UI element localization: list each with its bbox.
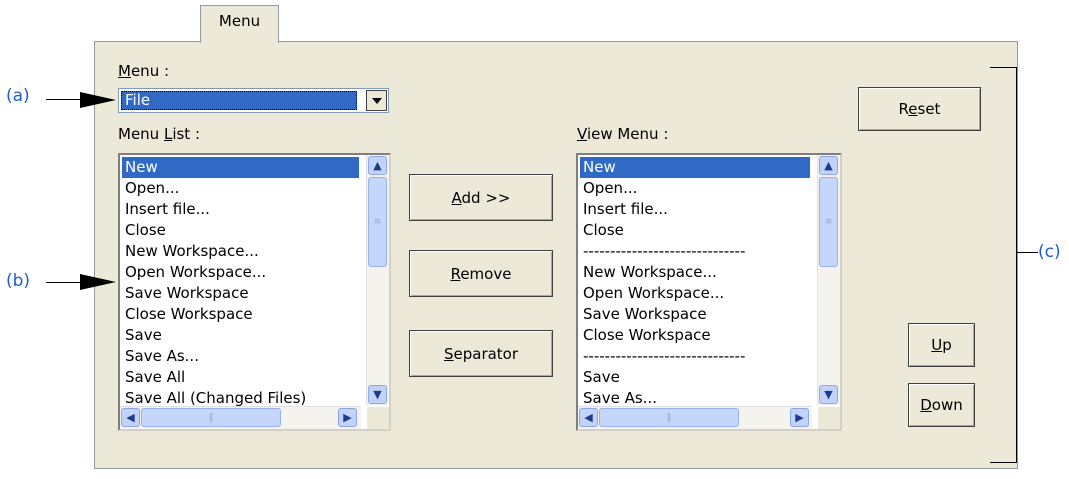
up-button[interactable]: Up (908, 323, 975, 367)
scroll-left-icon[interactable]: ◀ (121, 408, 140, 427)
vscroll-thumb[interactable]: ≡ (368, 177, 387, 267)
list-item[interactable]: Open... (580, 178, 810, 199)
annotation-c: (c) (1038, 242, 1061, 262)
bracket-tick (1016, 252, 1038, 253)
scroll-right-icon[interactable]: ▶ (338, 408, 357, 427)
list-item[interactable]: New Workspace... (580, 262, 810, 283)
add-button[interactable]: Add >> (409, 174, 553, 221)
view-menu-label: View Menu : (577, 125, 669, 143)
scroll-down-icon[interactable]: ▼ (819, 385, 838, 404)
list-item[interactable]: Insert file... (122, 199, 359, 220)
list-item[interactable]: Close (580, 220, 810, 241)
menu-label: Menu : (118, 62, 170, 80)
vscroll-thumb[interactable]: ≡ (819, 177, 838, 267)
list-item[interactable]: Save (580, 367, 810, 388)
list-item[interactable]: New Workspace... (122, 241, 359, 262)
dropdown-arrow-button[interactable] (366, 90, 387, 111)
view-menu-hscrollbar[interactable]: ◀ ‖ ▶ (578, 406, 812, 429)
down-button[interactable]: Down (908, 383, 975, 427)
list-item[interactable]: Close (122, 220, 359, 241)
view-menu-list-box[interactable]: New Open... Insert file... Close -----------… (576, 153, 842, 431)
view-menu-items: New Open... Insert file... Close -----------… (580, 157, 810, 409)
scroll-right-icon[interactable]: ▶ (790, 408, 809, 427)
bracket-top (990, 67, 1017, 68)
scroll-up-icon[interactable]: ▲ (819, 156, 838, 175)
list-item[interactable]: Save (122, 325, 359, 346)
scroll-corner (367, 407, 389, 429)
menu-label-rest: enu : (130, 62, 170, 80)
menu-list-label: Menu List : (118, 125, 200, 143)
menu-dropdown[interactable]: File (118, 88, 389, 113)
arrow-right-icon (80, 92, 116, 108)
tab-join (201, 40, 278, 44)
list-item[interactable]: Save As... (122, 346, 359, 367)
separator-button[interactable]: Separator (409, 330, 553, 377)
list-item[interactable]: Open... (122, 178, 359, 199)
view-menu-vscrollbar[interactable]: ▲ ≡ ▼ (817, 155, 840, 405)
scroll-down-icon[interactable]: ▼ (368, 385, 387, 404)
list-item[interactable]: Insert file... (580, 199, 810, 220)
list-item[interactable]: Close Workspace (122, 304, 359, 325)
list-item[interactable]: ------------------------------ (580, 346, 810, 367)
annotation-b: (b) (6, 271, 31, 291)
chevron-down-icon (371, 97, 382, 104)
menu-list-box[interactable]: New Open... Insert file... Close New Workspa… (118, 153, 391, 431)
reset-button[interactable]: Reset (858, 87, 981, 131)
list-item[interactable]: Close Workspace (580, 325, 810, 346)
menu-dropdown-value: File (121, 91, 357, 110)
tab-menu-label: Menu (218, 12, 261, 30)
list-item[interactable]: Save Workspace (122, 283, 359, 304)
list-item[interactable]: Open Workspace... (122, 262, 359, 283)
list-item[interactable]: Save All (122, 367, 359, 388)
hscroll-thumb[interactable]: ‖ (141, 408, 281, 427)
list-item[interactable]: New (122, 157, 359, 178)
bracket-vertical (1016, 67, 1017, 463)
menu-list-vscrollbar[interactable]: ▲ ≡ ▼ (366, 155, 389, 405)
menu-list-hscrollbar[interactable]: ◀ ‖ ▶ (120, 406, 361, 429)
tab-menu[interactable]: Menu (200, 5, 279, 43)
arrow-right-icon (80, 274, 116, 290)
menu-list-items: New Open... Insert file... Close New Workspa… (122, 157, 359, 409)
scroll-left-icon[interactable]: ◀ (579, 408, 598, 427)
scroll-up-icon[interactable]: ▲ (368, 156, 387, 175)
list-item[interactable]: Save Workspace (580, 304, 810, 325)
bracket-bottom (990, 462, 1017, 463)
hscroll-thumb[interactable]: ‖ (599, 408, 739, 427)
list-item[interactable]: ------------------------------ (580, 241, 810, 262)
remove-button[interactable]: Remove (409, 250, 553, 297)
list-item[interactable]: Open Workspace... (580, 283, 810, 304)
list-item[interactable]: New (580, 157, 810, 178)
annotation-a: (a) (6, 86, 30, 106)
scroll-corner (818, 407, 840, 429)
